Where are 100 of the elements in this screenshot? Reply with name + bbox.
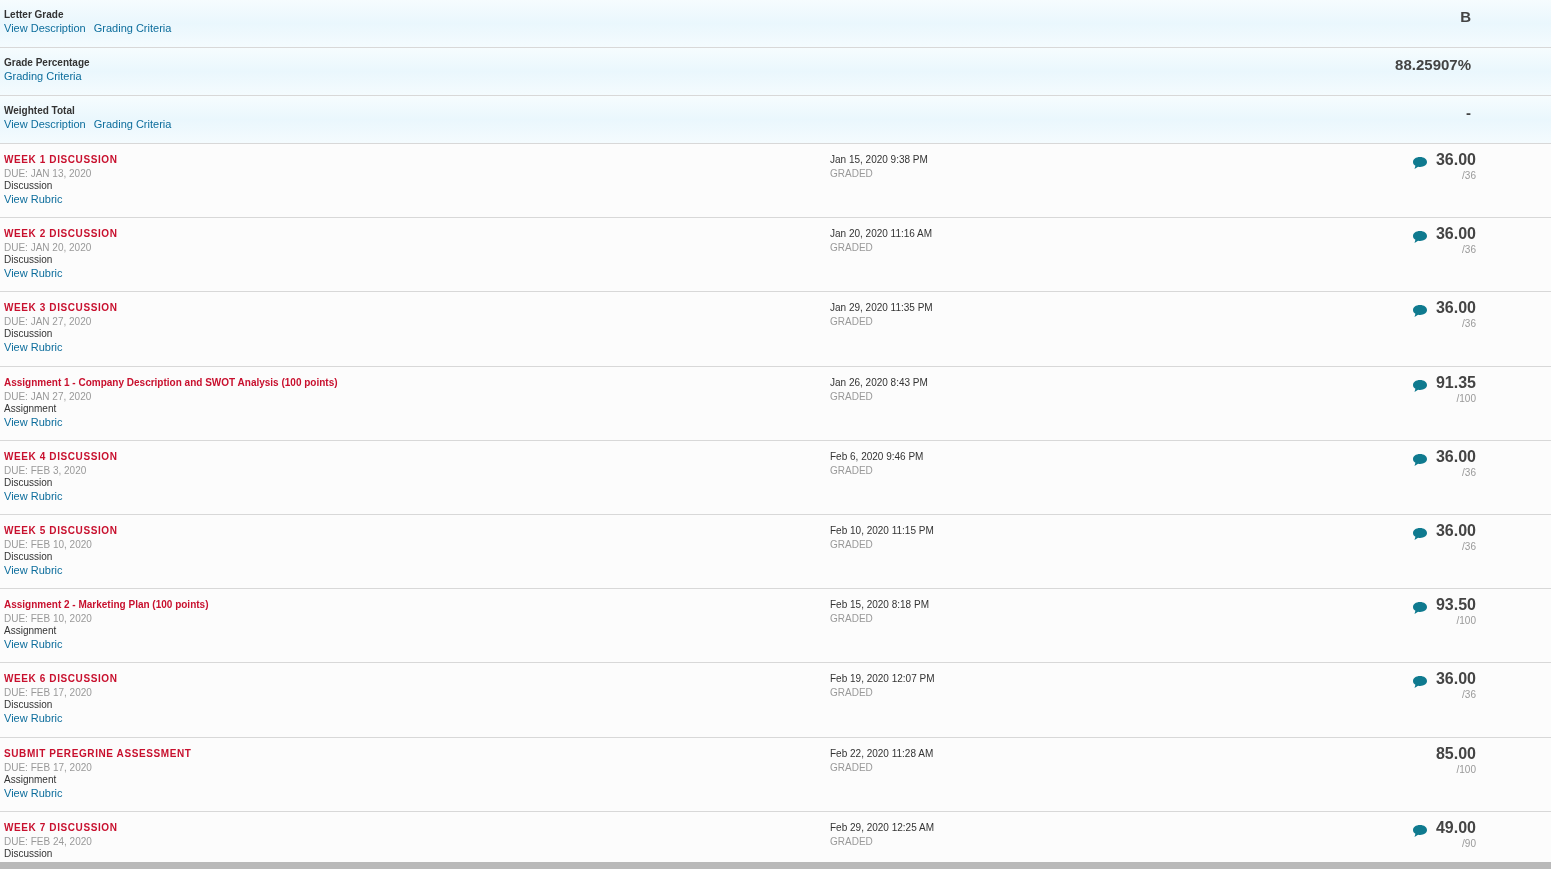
text-link[interactable]: View Description [4, 21, 86, 35]
item-type: Discussion [4, 476, 54, 489]
submitted-date: Jan 15, 2020 9:38 PM [830, 153, 929, 166]
item-title[interactable]: WEEK 1 DISCUSSION [4, 153, 830, 166]
points-possible: /36 [1462, 688, 1476, 702]
score: 36.00 [1435, 521, 1476, 540]
view-rubric-link[interactable]: View Rubric [4, 711, 63, 726]
item-type: Discussion [4, 699, 54, 712]
grade-label: Weighted Total [4, 104, 76, 117]
view-rubric-link[interactable]: View Rubric [4, 562, 63, 577]
speech-bubble-icon[interactable] [1411, 156, 1428, 170]
score: 36.00 [1435, 225, 1476, 244]
points-possible: /36 [1462, 169, 1476, 182]
due-date: DUE: FEB 24, 2020 [4, 834, 93, 848]
submitted-date: Feb 10, 2020 11:15 PM [830, 523, 935, 537]
item-title[interactable]: Assignment 2 - Marketing Plan (100 points) [4, 598, 830, 612]
submitted-date: Jan 20, 2020 11:16 AM [830, 227, 934, 241]
due-date: DUE: JAN 13, 2020 [4, 167, 93, 180]
item-type: Discussion [4, 847, 54, 860]
status-label: GRADED [830, 389, 874, 403]
item-title[interactable]: SUBMIT PEREGRINE ASSESSMENT [4, 746, 830, 760]
item-title[interactable]: WEEK 6 DISCUSSION [4, 672, 830, 686]
submitted-date: Feb 29, 2020 12:25 AM [830, 820, 935, 834]
submitted-date: Feb 6, 2020 9:46 PM [830, 449, 925, 463]
submitted-date: Feb 19, 2020 12:07 PM [830, 672, 936, 686]
status-label: GRADED [830, 167, 874, 180]
speech-bubble-icon[interactable] [1411, 304, 1428, 319]
submitted-date: Feb 22, 2020 11:28 AM [830, 746, 935, 760]
item-title[interactable]: WEEK 3 DISCUSSION [4, 301, 830, 315]
grade-value: B [1460, 8, 1471, 27]
scrollbar[interactable] [0, 862, 1551, 869]
item-type: Discussion [4, 550, 54, 563]
submitted-date: Feb 15, 2020 8:18 PM [830, 598, 930, 612]
view-rubric-link[interactable]: View Rubric [4, 785, 63, 800]
status-label: GRADED [830, 537, 874, 551]
item-type: Discussion [4, 254, 54, 267]
points-possible: /36 [1462, 465, 1476, 479]
item-type: Discussion [4, 328, 54, 341]
submitted-date: Jan 26, 2020 8:43 PM [830, 375, 929, 389]
status-label: GRADED [830, 612, 874, 626]
due-date: DUE: FEB 17, 2020 [4, 686, 93, 700]
item-type: Assignment [4, 625, 58, 638]
score: 36.00 [1435, 151, 1476, 169]
points-possible: /36 [1462, 539, 1476, 553]
item-title[interactable]: WEEK 7 DISCUSSION [4, 820, 830, 834]
speech-bubble-icon[interactable] [1411, 378, 1428, 393]
speech-bubble-icon[interactable] [1411, 526, 1428, 541]
score: 91.35 [1435, 373, 1476, 392]
score: 36.00 [1435, 299, 1476, 318]
grade-label: Letter Grade [4, 8, 65, 21]
status-label: GRADED [830, 315, 874, 329]
status-label: GRADED [830, 760, 874, 774]
points-possible: /100 [1456, 614, 1476, 628]
status-label: GRADED [830, 463, 874, 477]
item-type: Assignment [4, 402, 58, 415]
item-title[interactable]: Assignment 1 - Company Description and SWOT Analysis (100 points) [4, 375, 830, 389]
speech-bubble-icon[interactable] [1411, 601, 1428, 616]
text-link[interactable]: Grading Criteria [93, 21, 172, 35]
speech-bubble-icon[interactable] [1411, 675, 1428, 690]
text-link[interactable]: View Description [4, 117, 86, 131]
status-label: GRADED [830, 834, 874, 848]
due-date: DUE: FEB 17, 2020 [4, 760, 93, 774]
score: 93.50 [1435, 596, 1476, 615]
status-label: GRADED [830, 686, 874, 700]
grade-value: 88.25907% [1395, 56, 1471, 75]
due-date: DUE: JAN 27, 2020 [4, 315, 93, 329]
speech-bubble-icon[interactable] [1411, 230, 1428, 245]
status-label: GRADED [830, 241, 874, 255]
item-type: Discussion [4, 180, 54, 192]
due-date: DUE: FEB 10, 2020 [4, 612, 93, 626]
points-possible: /90 [1462, 836, 1476, 850]
grade-value: - [1466, 104, 1471, 123]
view-rubric-link[interactable]: View Rubric [4, 488, 63, 503]
score: 36.00 [1435, 670, 1476, 689]
score: 49.00 [1435, 818, 1476, 837]
score: 36.00 [1435, 447, 1476, 466]
item-type: Assignment [4, 773, 58, 786]
view-rubric-link[interactable]: View Rubric [4, 340, 63, 355]
submitted-date: Jan 29, 2020 11:35 PM [830, 301, 934, 315]
due-date: DUE: JAN 20, 2020 [4, 241, 93, 255]
view-rubric-link[interactable]: View Rubric [4, 192, 63, 206]
points-possible: /36 [1462, 243, 1476, 257]
points-possible: /100 [1456, 391, 1476, 405]
speech-bubble-icon[interactable] [1411, 823, 1428, 838]
points-possible: /100 [1456, 762, 1476, 776]
item-title[interactable]: WEEK 5 DISCUSSION [4, 523, 830, 537]
points-possible: /36 [1462, 317, 1476, 331]
item-title[interactable]: WEEK 4 DISCUSSION [4, 449, 830, 463]
view-rubric-link[interactable]: View Rubric [4, 637, 63, 652]
due-date: DUE: FEB 3, 2020 [4, 463, 88, 477]
grade-label: Grade Percentage [4, 56, 90, 69]
view-rubric-link[interactable]: View Rubric [4, 266, 63, 281]
item-title[interactable]: WEEK 2 DISCUSSION [4, 227, 830, 241]
speech-bubble-icon[interactable] [1411, 452, 1428, 467]
text-link[interactable]: Grading Criteria [93, 117, 172, 131]
due-date: DUE: FEB 10, 2020 [4, 537, 93, 551]
text-link[interactable]: Grading Criteria [4, 69, 82, 83]
score: 85.00 [1435, 744, 1476, 763]
due-date: DUE: JAN 27, 2020 [4, 389, 93, 403]
view-rubric-link[interactable]: View Rubric [4, 414, 63, 429]
